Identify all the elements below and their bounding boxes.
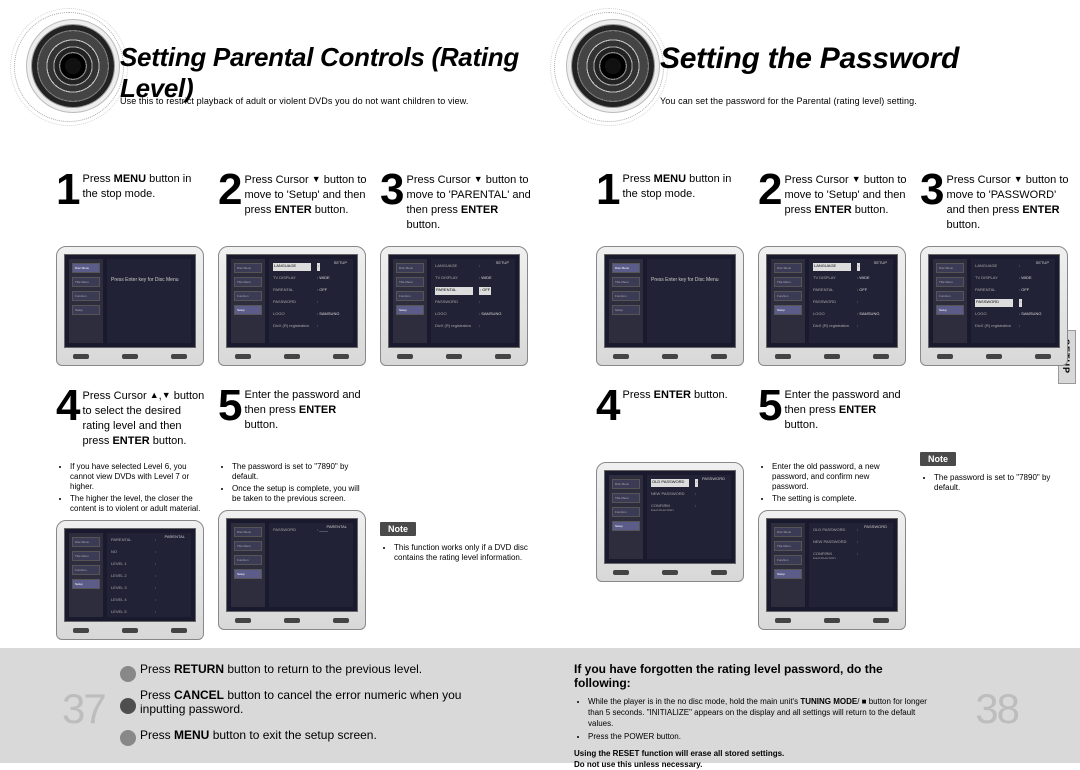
step: 3 Press Cursor ▼ button to move to 'PARE… bbox=[380, 170, 532, 366]
step-text: Press Cursor ▼ button to move to 'PARENT… bbox=[406, 170, 532, 240]
step-bullets: If you have selected Level 6, you cannot… bbox=[60, 462, 206, 514]
page-number: 37 bbox=[62, 685, 105, 733]
step: 4 Press ENTER button. Disc MenuTitle Men… bbox=[596, 386, 748, 630]
step-number: 1 bbox=[56, 170, 76, 240]
steps-row-1: 1 Press MENU button in the stop mode. Di… bbox=[596, 170, 1072, 366]
step: 1 Press MENU button in the stop mode. Di… bbox=[596, 170, 748, 366]
step-number: 4 bbox=[56, 386, 76, 456]
step-text: Press MENU button in the stop mode. bbox=[622, 170, 748, 240]
step-number: 2 bbox=[218, 170, 238, 240]
step-text: Press Cursor ▼ button to move to 'PASSWO… bbox=[946, 170, 1072, 240]
steps-row-1: 1 Press MENU button in the stop mode. Di… bbox=[56, 170, 532, 366]
steps-row-2: 4 Press ENTER button. Disc MenuTitle Men… bbox=[596, 386, 1072, 630]
footer-warning: Using the RESET function will erase all … bbox=[574, 748, 940, 759]
step: 5 Enter the password and then press ENTE… bbox=[218, 386, 370, 640]
step: 1 Press MENU button in the stop mode. Di… bbox=[56, 170, 208, 366]
step-text: Press Cursor ▼ button to move to 'Setup'… bbox=[244, 170, 370, 240]
step-text: Enter the password and then press ENTER … bbox=[244, 386, 370, 456]
tv-screenshot: Disc MenuTitle MenuFunctionSetup SETUPLA… bbox=[758, 246, 906, 366]
tv-screenshot: Disc MenuTitle MenuFunctionSetup PASSWOR… bbox=[596, 462, 744, 582]
step-text: Press Cursor ▼ button to move to 'Setup'… bbox=[784, 170, 910, 240]
step: 3 Press Cursor ▼ button to move to 'PASS… bbox=[920, 170, 1072, 366]
step-number: 2 bbox=[758, 170, 778, 240]
step-text: Press ENTER button. bbox=[622, 386, 727, 456]
footer-bullet-icon bbox=[120, 698, 136, 714]
step-number: 4 bbox=[596, 386, 616, 456]
speaker-icon bbox=[32, 25, 114, 107]
step-text: Press MENU button in the stop mode. bbox=[82, 170, 208, 240]
footer-bullet-icon bbox=[120, 666, 136, 682]
page-title: Setting the Password bbox=[660, 42, 959, 76]
speaker-icon bbox=[572, 25, 654, 107]
tv-screenshot: Disc MenuTitle MenuFunctionSetup SETUPLA… bbox=[218, 246, 366, 366]
tv-screenshot: Disc MenuTitle MenuFunctionSetup Press E… bbox=[596, 246, 744, 366]
step-number: 5 bbox=[758, 386, 778, 456]
step-number: 3 bbox=[380, 170, 400, 240]
page-title: Setting Parental Controls (Rating Level) bbox=[120, 42, 540, 104]
page-38: Setting the Password You can set the pas… bbox=[540, 0, 1080, 763]
footer-headline: If you have forgotten the rating level p… bbox=[574, 662, 940, 690]
step-number: 3 bbox=[920, 170, 940, 240]
step-number: 5 bbox=[218, 386, 238, 456]
tv-screenshot: Disc MenuTitle MenuFunctionSetup SETUPLA… bbox=[920, 246, 1068, 366]
step-bullets: Enter the old password, a new password, … bbox=[762, 462, 908, 504]
step: 4 Press Cursor ▲,▼ button to select the … bbox=[56, 386, 208, 640]
tv-screenshot: Disc MenuTitle MenuFunctionSetup Press E… bbox=[56, 246, 204, 366]
step-text: Enter the password and then press ENTER … bbox=[784, 386, 910, 456]
tv-screenshot: Disc MenuTitle MenuFunctionSetup PASSWOR… bbox=[758, 510, 906, 630]
step: 2 Press Cursor ▼ button to move to 'Setu… bbox=[758, 170, 910, 366]
note-label: Note bbox=[380, 522, 416, 536]
page-subtitle: You can set the password for the Parenta… bbox=[660, 96, 917, 106]
tv-screenshot: Disc MenuTitle MenuFunctionSetup SETUPLA… bbox=[380, 246, 528, 366]
note-label: Note bbox=[920, 452, 956, 466]
page-number: 38 bbox=[975, 685, 1018, 733]
step: 2 Press Cursor ▼ button to move to 'Setu… bbox=[218, 170, 370, 366]
page-subtitle: Use this to restrict playback of adult o… bbox=[120, 96, 468, 106]
page-37: Setting Parental Controls (Rating Level)… bbox=[0, 0, 540, 763]
footer-line: Press RETURN button to return to the pre… bbox=[140, 662, 506, 676]
step-number: 1 bbox=[596, 170, 616, 240]
tv-screenshot: Disc MenuTitle MenuFunctionSetup PARENTA… bbox=[56, 520, 204, 640]
steps-row-2: 4 Press Cursor ▲,▼ button to select the … bbox=[56, 386, 532, 640]
footer-line: Press MENU button to exit the setup scre… bbox=[140, 728, 506, 742]
step: 5 Enter the password and then press ENTE… bbox=[758, 386, 910, 630]
step-note-column: Note The password is set to "7890" by de… bbox=[920, 386, 1072, 630]
step-text: Press Cursor ▲,▼ button to select the de… bbox=[82, 386, 208, 456]
tv-screenshot: Disc MenuTitle MenuFunctionSetup PARENTA… bbox=[218, 510, 366, 630]
step-note-column: Note This function works only if a DVD d… bbox=[380, 386, 532, 640]
step-bullets: The password is set to "7890" by default… bbox=[222, 462, 368, 504]
footer-line: Press CANCEL button to cancel the error … bbox=[140, 688, 506, 716]
note-bullets: This function works only if a DVD disc c… bbox=[384, 543, 530, 563]
footer-bullet-icon bbox=[120, 730, 136, 746]
footer-bullets: While the player is in the no disc mode,… bbox=[588, 696, 940, 742]
note-bullets: The password is set to "7890" by default… bbox=[924, 473, 1070, 493]
footer-warning: Do not use this unless necessary. bbox=[574, 759, 940, 770]
